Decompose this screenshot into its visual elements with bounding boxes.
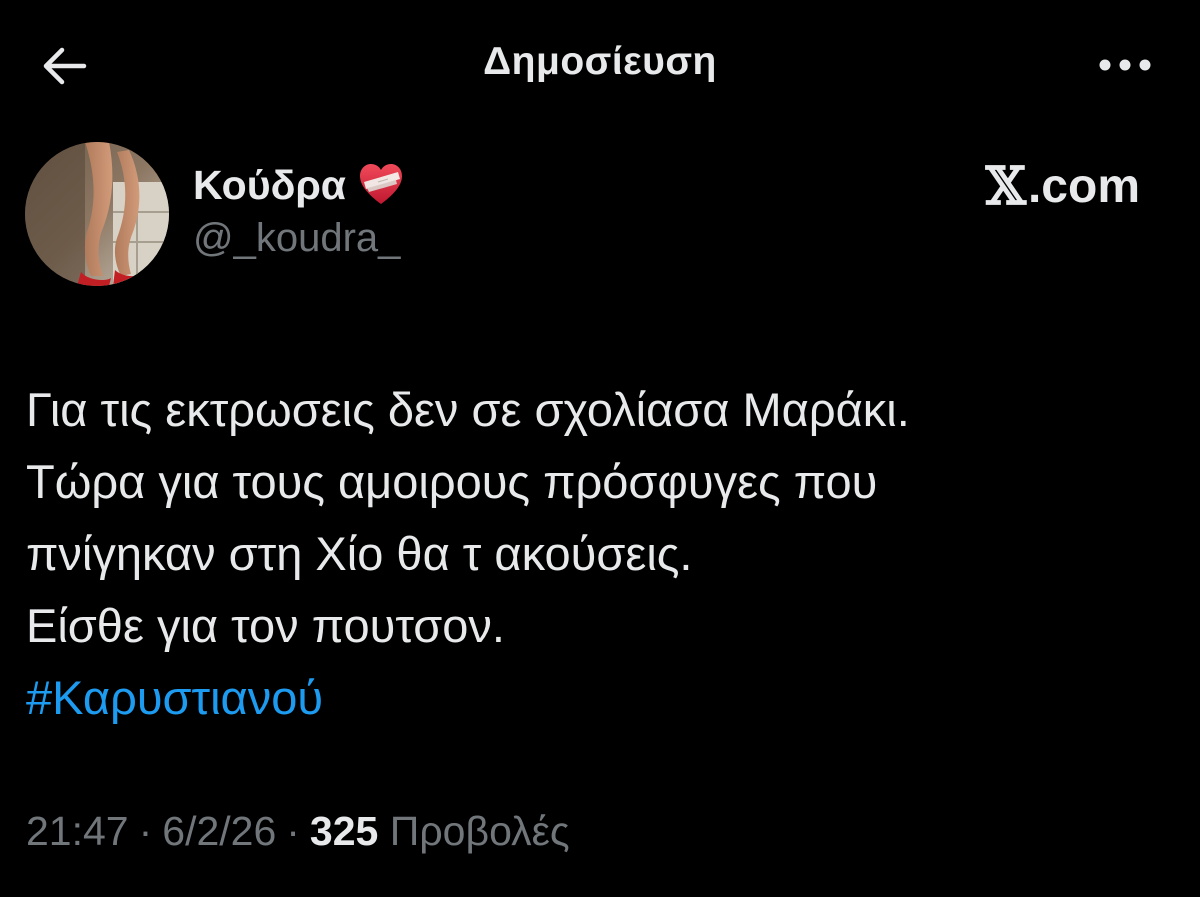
meta-separator: · — [286, 808, 300, 854]
meta-separator: · — [138, 808, 153, 854]
tweet-text: Για τις εκτρωσεις δεν σε σχολίασα Μαράκι… — [26, 374, 1176, 734]
top-bar: Δημοσίευση — [0, 0, 1200, 130]
tweet-line: Για τις εκτρωσεις δεν σε σχολίασα Μαράκι… — [26, 383, 910, 436]
tweet-meta: 21:47 · 6/2/26 · 325 Προβολές — [26, 808, 570, 855]
x-logo-icon: 𝕏 — [985, 156, 1026, 217]
brand-suffix: .com — [1027, 160, 1140, 213]
more-dots-icon — [1099, 59, 1151, 71]
author-name-row[interactable]: Κούδρα — [193, 157, 404, 213]
display-name[interactable]: Κούδρα — [193, 162, 346, 209]
author-handle[interactable]: @_koudra_ — [193, 216, 400, 261]
tweet-date[interactable]: 6/2/26 — [162, 808, 276, 854]
brand-watermark: 𝕏 .com — [986, 156, 1140, 217]
tweet-line: πνίγηκαν στη Χίο θα τ ακούσεις. — [26, 527, 693, 580]
avatar[interactable] — [25, 142, 169, 286]
more-options-button[interactable] — [1090, 40, 1160, 90]
views-label: Προβολές — [389, 808, 570, 854]
hashtag-link[interactable]: #Καρυστιανού — [26, 662, 1176, 734]
avatar-image — [25, 142, 169, 286]
page-title: Δημοσίευση — [483, 40, 717, 83]
tweet-line: Τώρα για τους αμοιρους πρόσφυγες που — [26, 455, 878, 508]
tweet-time[interactable]: 21:47 — [26, 808, 129, 854]
tweet-line: Είσθε για τον πουτσον. — [26, 599, 505, 652]
mending-heart-icon — [360, 164, 403, 204]
views-count[interactable]: 325 — [310, 808, 378, 854]
